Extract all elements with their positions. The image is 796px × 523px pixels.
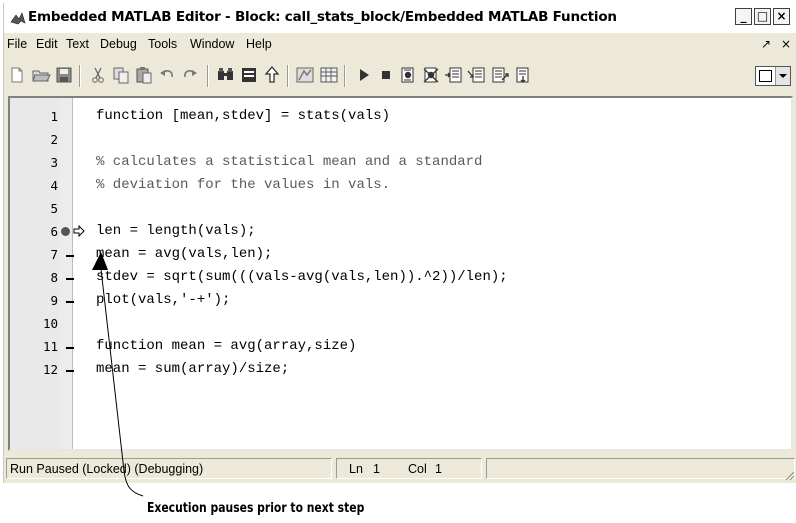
toolbar-separator	[344, 65, 346, 87]
undo-icon[interactable]	[157, 65, 177, 85]
code-line[interactable]: mean = sum(array)/size;	[96, 361, 289, 377]
toolbar-separator	[79, 65, 81, 87]
executable-line-marker[interactable]	[66, 255, 74, 257]
dropdown-arrow-button[interactable]	[775, 67, 790, 85]
status-message-field: Run Paused (Locked) (Debugging)	[6, 458, 332, 479]
title-bar[interactable]: Embedded MATLAB Editor - Block: call_sta…	[4, 3, 796, 33]
executable-line-marker[interactable]	[66, 278, 74, 280]
executable-line-marker[interactable]	[66, 370, 74, 372]
line-number: 1	[50, 109, 58, 124]
menu-window[interactable]: Window	[190, 37, 234, 51]
chevron-down-icon	[779, 74, 787, 78]
menu-text[interactable]: Text	[66, 37, 89, 51]
line-number: 12	[42, 362, 58, 377]
go-to-line-icon[interactable]	[239, 65, 259, 85]
find-icon[interactable]	[216, 65, 236, 85]
go-to-function-icon[interactable]	[262, 65, 282, 85]
clear-all-breakpoints-icon[interactable]	[421, 65, 441, 85]
code-line[interactable]: % deviation for the values in vals.	[96, 177, 390, 193]
line-number: 9	[50, 293, 58, 308]
set-clear-breakpoint-icon[interactable]	[398, 65, 418, 85]
current-line-arrow-icon	[73, 225, 85, 237]
toolbar-separator	[287, 65, 289, 87]
view-mode-swatch	[759, 70, 772, 82]
continue-icon[interactable]	[513, 65, 533, 85]
window-title: Embedded MATLAB Editor - Block: call_sta…	[28, 9, 617, 25]
editor-gutter: 1 2 3 4 5 6 7 8 9 10 11 12	[10, 98, 85, 449]
resize-grip-icon[interactable]	[783, 469, 795, 481]
redo-icon[interactable]	[180, 65, 200, 85]
status-empty-field	[486, 458, 795, 479]
build-icon[interactable]	[295, 65, 315, 85]
line-number: 5	[50, 201, 58, 216]
toolbar	[4, 59, 796, 91]
step-in-icon[interactable]	[467, 65, 487, 85]
status-bar: Run Paused (Locked) (Debugging) Ln 1 Col…	[4, 455, 796, 483]
line-value: 1	[373, 462, 380, 476]
minimize-button[interactable]: _	[735, 8, 752, 25]
line-number: 6	[50, 224, 58, 239]
menu-tools[interactable]: Tools	[148, 37, 177, 51]
step-icon[interactable]	[444, 65, 464, 85]
toolbar-separator	[207, 65, 209, 87]
cursor-position-field: Ln 1 Col 1	[336, 458, 482, 479]
ports-data-icon[interactable]	[319, 65, 339, 85]
code-editor[interactable]: 1 2 3 4 5 6 7 8 9 10 11 12 function [mean,stdev] = …	[8, 96, 793, 451]
paste-icon[interactable]	[134, 65, 154, 85]
copy-icon[interactable]	[111, 65, 131, 85]
code-line[interactable]: function [mean,stdev] = stats(vals)	[96, 108, 390, 124]
callout-text: Execution pauses prior to next step	[147, 500, 365, 516]
cut-icon[interactable]	[88, 65, 108, 85]
code-line[interactable]: % calculates a statistical mean and a st…	[96, 154, 482, 170]
breakpoint-column[interactable]	[59, 98, 73, 449]
line-number: 7	[50, 247, 58, 262]
open-file-icon[interactable]	[31, 65, 51, 85]
column-value: 1	[435, 462, 442, 476]
status-message: Run Paused (Locked) (Debugging)	[10, 462, 204, 476]
code-line[interactable]: plot(vals,'-+');	[96, 292, 230, 308]
close-button[interactable]: ×	[773, 8, 790, 25]
breakpoint-icon[interactable]	[61, 227, 70, 236]
save-icon[interactable]	[54, 65, 74, 85]
code-line[interactable]: stdev = sqrt(sum(((vals-avg(vals,len)).^…	[96, 269, 508, 285]
menu-debug[interactable]: Debug	[100, 37, 137, 51]
undock-icon[interactable]: ↗	[761, 37, 771, 51]
menu-edit[interactable]: Edit	[36, 37, 58, 51]
executable-line-marker[interactable]	[66, 301, 74, 303]
executable-line-marker[interactable]	[66, 347, 74, 349]
maximize-button[interactable]: □	[754, 8, 771, 25]
new-file-icon[interactable]	[7, 65, 27, 85]
matlab-logo-icon	[10, 12, 26, 25]
line-number: 2	[50, 132, 58, 147]
line-number: 10	[42, 316, 58, 331]
code-line[interactable]: function mean = avg(array,size)	[96, 338, 356, 354]
code-line[interactable]: len = length(vals);	[96, 223, 256, 239]
stop-icon[interactable]	[376, 65, 396, 85]
menu-file[interactable]: File	[7, 37, 27, 51]
step-out-icon[interactable]	[490, 65, 510, 85]
line-number: 8	[50, 270, 58, 285]
view-mode-dropdown[interactable]	[755, 66, 791, 86]
editor-window: Embedded MATLAB Editor - Block: call_sta…	[3, 3, 796, 483]
menu-help[interactable]: Help	[246, 37, 272, 51]
line-number: 4	[50, 178, 58, 193]
close-document-icon[interactable]: ×	[781, 37, 791, 51]
code-line[interactable]: mean = avg(vals,len);	[96, 246, 272, 262]
run-icon[interactable]	[354, 65, 374, 85]
column-label: Col	[408, 462, 427, 476]
line-label: Ln	[349, 462, 363, 476]
line-number: 11	[42, 339, 58, 354]
line-number: 3	[50, 155, 58, 170]
menu-bar: File Edit Text Debug Tools Window Help ↗…	[4, 33, 796, 55]
